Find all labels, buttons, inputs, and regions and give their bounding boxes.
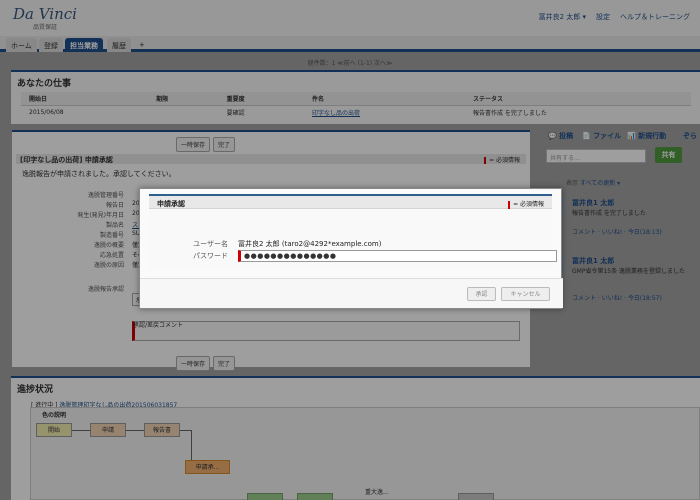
approval-modal: 申請承認 = 必須情報 ユーザー名 冨井良2 太郎 (taro2@4292*ex… [139,188,563,309]
approve-button[interactable]: 承認 [467,287,496,301]
cancel-button[interactable]: キャンセル [501,287,550,301]
modal-required-legend: = 必須情報 [508,199,544,209]
username-value: 冨井良2 太郎 (taro2@4292*example.com) [238,240,382,248]
modal-header: 申請承認 = 必須情報 [149,196,552,209]
password-label: パスワード [193,252,228,260]
modal-title: 申請承認 [157,200,185,208]
modal-body: 申請承認 = 必須情報 ユーザー名 冨井良2 太郎 (taro2@4292*ex… [149,194,557,270]
required-marker [508,200,511,209]
modal-required-legend-text: = 必須情報 [513,201,544,208]
modal-footer: 承認 キャンセル [140,278,563,308]
username-label: ユーザー名 [193,240,228,248]
password-input[interactable]: ●●●●●●●●●●●●●● [238,250,557,262]
